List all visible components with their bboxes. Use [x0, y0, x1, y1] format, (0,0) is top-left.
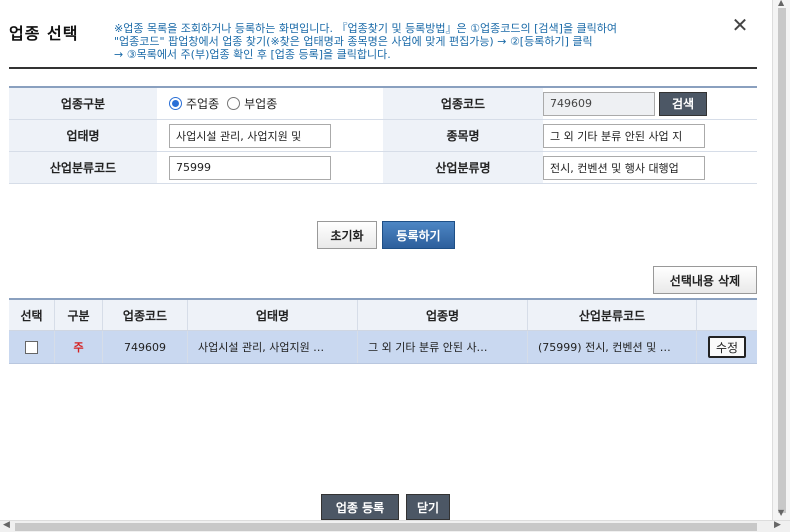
- title-divider: [9, 67, 757, 69]
- radio-sub-industry[interactable]: 부업종: [227, 95, 277, 112]
- industry-name-label: 산업분류명: [383, 152, 543, 183]
- industry-code-label: 산업분류코드: [9, 152, 157, 183]
- row-checkbox[interactable]: [25, 340, 38, 354]
- radio-main-industry[interactable]: 주업종: [169, 95, 219, 112]
- industry-form: 업종구분 주업종 부업종 업종코드 749609 검색 업태명 사업시설 관리,…: [9, 86, 757, 184]
- scroll-up-icon[interactable]: ▲: [778, 0, 784, 7]
- row-type: 주: [55, 331, 103, 363]
- search-button[interactable]: 검색: [659, 91, 707, 116]
- row-code: 749609: [103, 331, 188, 363]
- row-name: 그 외 기타 분류 안된 사…: [358, 331, 528, 363]
- table-header: 선택 구분 업종코드 업태명 업종명 산업분류코드: [9, 300, 757, 331]
- industry-code-input[interactable]: 749609: [543, 91, 655, 116]
- radio-dot-sub: [227, 97, 241, 110]
- row-business: 사업시설 관리, 사업지원 …: [188, 331, 358, 363]
- col-code: 업종코드: [103, 300, 188, 330]
- instruction-notice: ※업종 목록을 조회하거나 등록하는 화면입니다. 『업종찾기 및 등록방법』은…: [114, 22, 618, 61]
- edit-button[interactable]: 수정: [708, 336, 746, 358]
- radio-sub-label: 부업종: [244, 97, 278, 111]
- scroll-left-icon[interactable]: ◀: [3, 520, 10, 530]
- row-industry: (75999) 전시, 컨벤션 및 …: [528, 331, 697, 363]
- table-row[interactable]: 주 749609 사업시설 관리, 사업지원 … 그 외 기타 분류 안된 사……: [9, 331, 757, 364]
- scroll-down-icon[interactable]: ▼: [778, 508, 784, 517]
- industry-code-cell: 75999: [157, 152, 383, 183]
- item-cell: 그 외 기타 분류 안된 사업 지: [543, 120, 757, 151]
- horizontal-scrollbar[interactable]: ◀ ▶: [0, 520, 790, 532]
- delete-selected-button[interactable]: 선택내용 삭제: [653, 266, 757, 294]
- submit-industry-button[interactable]: 업종 등록: [321, 494, 399, 520]
- col-business: 업태명: [188, 300, 358, 330]
- form-row-type: 업종구분 주업종 부업종 업종코드 749609 검색: [9, 88, 757, 120]
- register-button[interactable]: 등록하기: [382, 221, 455, 249]
- form-row-industry: 산업분류코드 75999 산업분류명 전시, 컨벤션 및 행사 대행업: [9, 152, 757, 184]
- type-radio-group: 주업종 부업종: [157, 88, 383, 119]
- row-edit-cell: 수정: [697, 331, 757, 363]
- radio-dot-main: [169, 97, 182, 110]
- industry-code-field[interactable]: 75999: [169, 155, 331, 180]
- form-row-business: 업태명 사업시설 관리, 사업지원 및 종목명 그 외 기타 분류 안된 사업 …: [9, 120, 757, 152]
- close-icon[interactable]: ✕: [729, 14, 751, 36]
- col-select: 선택: [9, 300, 55, 330]
- code-label: 업종코드: [383, 88, 543, 119]
- close-button[interactable]: 닫기: [406, 494, 450, 520]
- business-cell: 사업시설 관리, 사업지원 및: [157, 120, 383, 151]
- col-name: 업종명: [358, 300, 528, 330]
- industry-table: 선택 구분 업종코드 업태명 업종명 산업분류코드 주 749609 사업시설 …: [9, 298, 757, 364]
- dialog-title: 업종 선택: [9, 24, 79, 43]
- scroll-right-icon[interactable]: ▶: [774, 520, 781, 530]
- business-label: 업태명: [9, 120, 157, 151]
- industry-name-field[interactable]: 전시, 컨벤션 및 행사 대행업: [543, 155, 705, 180]
- col-industry: 산업분류코드: [528, 300, 697, 330]
- business-name-input[interactable]: 사업시설 관리, 사업지원 및: [169, 123, 331, 148]
- vertical-scroll-thumb[interactable]: [778, 8, 786, 513]
- radio-main-label: 주업종: [186, 97, 220, 111]
- type-label: 업종구분: [9, 88, 157, 119]
- vertical-scrollbar[interactable]: ▲ ▼: [772, 0, 790, 520]
- row-select-cell: [9, 331, 55, 363]
- industry-name-cell: 전시, 컨벤션 및 행사 대행업: [543, 152, 757, 183]
- col-type: 구분: [55, 300, 103, 330]
- item-name-input[interactable]: 그 외 기타 분류 안된 사업 지: [543, 123, 705, 148]
- code-cell: 749609 검색: [543, 88, 757, 119]
- item-label: 종목명: [383, 120, 543, 151]
- col-edit: [697, 300, 757, 330]
- reset-button[interactable]: 초기화: [317, 221, 377, 249]
- horizontal-scroll-thumb[interactable]: [15, 523, 757, 531]
